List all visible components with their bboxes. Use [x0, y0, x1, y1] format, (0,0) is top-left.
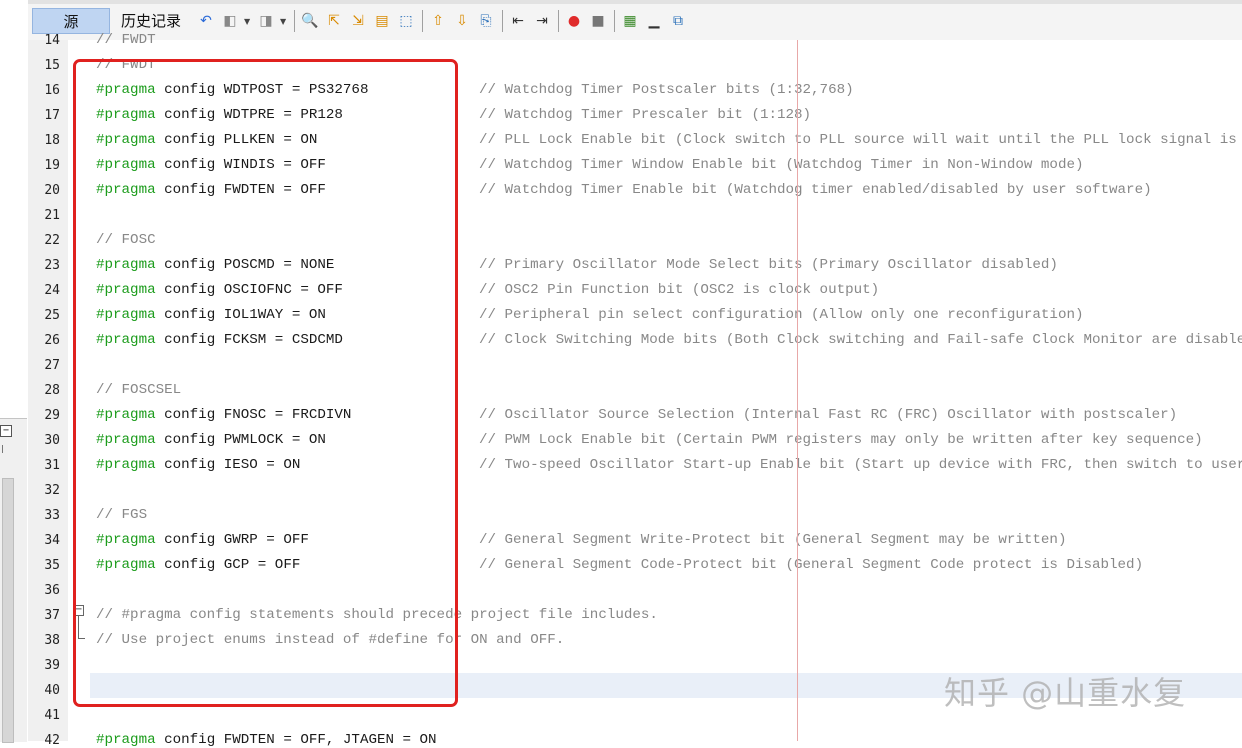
line-number: 38 — [44, 633, 60, 648]
back-icon[interactable]: ◧ — [220, 11, 240, 31]
line-number: 22 — [44, 233, 60, 248]
line-number: 21 — [44, 208, 60, 223]
toggle-bookmark-icon[interactable]: ⎘ — [476, 11, 496, 31]
trailing-comment: // OSC2 Pin Function bit (OSC2 is clock … — [479, 282, 880, 298]
tree-line — [2, 445, 7, 453]
trailing-comment: // General Segment Code-Protect bit (Gen… — [479, 557, 1144, 573]
line-number: 40 — [44, 683, 60, 698]
tab-history[interactable]: 历史记录 — [114, 8, 188, 34]
trailing-comment: // Clock Switching Mode bits (Both Clock… — [479, 332, 1242, 348]
line-number-gutter: 14 15 16 17 18 19 20 21 22 23 24 25 26 27 28 29 30 31 32 33… — [28, 33, 69, 748]
toggle-highlight-icon[interactable]: ▤ — [372, 11, 392, 31]
line-number: 34 — [44, 533, 60, 548]
comment-icon[interactable]: ▦ — [620, 11, 640, 31]
code-line: // FWDT — [96, 32, 156, 48]
comment-text: // FWDT — [96, 32, 156, 48]
trailing-comment: // PWM Lock Enable bit (Certain PWM regi… — [479, 432, 1203, 448]
trailing-comment: // PLL Lock Enable bit (Clock switch to … — [479, 132, 1242, 148]
dropdown-arrow-icon[interactable]: ▼ — [280, 17, 288, 26]
line-number: 25 — [44, 308, 60, 323]
line-number: 14 — [44, 33, 60, 48]
line-number: 27 — [44, 358, 60, 373]
trailing-comment: // General Segment Write-Protect bit (Ge… — [479, 532, 1067, 548]
toolbar-top-edge — [28, 0, 1242, 4]
toolbar-separator — [614, 10, 615, 32]
trailing-comment: // Primary Oscillator Mode Select bits (… — [479, 257, 1058, 273]
toolbar-separator — [502, 10, 503, 32]
toolbar-separator — [294, 10, 295, 32]
line-number: 35 — [44, 558, 60, 573]
dropdown-arrow-icon[interactable]: ▼ — [244, 17, 252, 26]
trailing-comment: // Peripheral pin select configuration (… — [479, 307, 1084, 323]
rect-select-icon[interactable]: ⬚ — [396, 11, 416, 31]
collapse-icon[interactable]: − — [0, 425, 12, 437]
shift-left-icon[interactable]: ⇤ — [508, 11, 528, 31]
preprocessor-keyword: #pragma — [96, 732, 156, 748]
editor-toolbar: 源 历史记录 ↶ ◧ ▼ ◨ ▼ 🔍 ⇱ ⇲ ▤ ⬚ ⇧ ⇩ ⎘ ⇤ ⇥ ● ■ ▦ ▁ ⧉ — [28, 0, 1242, 41]
toolbar-separator — [558, 10, 559, 32]
code-text: config FWDTEN = OFF, JTAGEN = ON — [155, 732, 437, 748]
line-number: 18 — [44, 133, 60, 148]
line-number: 20 — [44, 183, 60, 198]
line-number: 15 — [44, 58, 60, 73]
watermark: 知乎 @山重水复 — [944, 674, 1187, 712]
code-line: #pragma config FWDTEN = OFF, JTAGEN = ON — [96, 732, 437, 748]
trailing-comment: // Watchdog Timer Enable bit (Watchdog t… — [479, 182, 1152, 198]
line-number: 41 — [44, 708, 60, 723]
line-number: 30 — [44, 433, 60, 448]
trailing-comment: // Watchdog Timer Window Enable bit (Wat… — [479, 157, 1084, 173]
line-number: 26 — [44, 333, 60, 348]
line-number: 24 — [44, 283, 60, 298]
line-number: 32 — [44, 483, 60, 498]
shift-right-icon[interactable]: ⇥ — [532, 11, 552, 31]
find-icon[interactable]: 🔍 — [300, 11, 320, 31]
next-bookmark-icon[interactable]: ⇩ — [452, 11, 472, 31]
line-number: 33 — [44, 508, 60, 523]
find-next-icon[interactable]: ⇲ — [348, 11, 368, 31]
left-side-panel: − — [0, 0, 29, 743]
line-number: 36 — [44, 583, 60, 598]
line-number: 16 — [44, 83, 60, 98]
tab-source[interactable]: 源 — [32, 8, 110, 34]
navigator-scrollbar[interactable] — [2, 478, 14, 743]
forward-icon[interactable]: ◨ — [256, 11, 276, 31]
last-edit-icon[interactable]: ↶ — [196, 11, 216, 31]
line-number: 37 — [44, 608, 60, 623]
stop-macro-icon[interactable]: ■ — [588, 11, 608, 31]
line-number: 39 — [44, 658, 60, 673]
line-number: 28 — [44, 383, 60, 398]
toolbar-separator — [422, 10, 423, 32]
trailing-comment: // Oscillator Source Selection (Internal… — [479, 407, 1178, 423]
diff-icon[interactable]: ⧉ — [668, 11, 688, 31]
line-number: 29 — [44, 408, 60, 423]
line-number: 19 — [44, 158, 60, 173]
line-number: 31 — [44, 458, 60, 473]
find-previous-icon[interactable]: ⇱ — [324, 11, 344, 31]
record-macro-icon[interactable]: ● — [564, 11, 584, 31]
line-number: 23 — [44, 258, 60, 273]
annotation-highlight-box — [73, 59, 458, 707]
toolbar-icons: ↶ ◧ ▼ ◨ ▼ 🔍 ⇱ ⇲ ▤ ⬚ ⇧ ⇩ ⎘ ⇤ ⇥ ● ■ ▦ ▁ ⧉ — [196, 9, 692, 33]
previous-bookmark-icon[interactable]: ⇧ — [428, 11, 448, 31]
line-number: 17 — [44, 108, 60, 123]
trailing-comment: // Watchdog Timer Prescaler bit (1:128) — [479, 107, 812, 123]
right-margin-guide — [797, 40, 798, 741]
uncomment-icon[interactable]: ▁ — [644, 11, 664, 31]
trailing-comment: // Two-speed Oscillator Start-up Enable … — [479, 457, 1242, 473]
